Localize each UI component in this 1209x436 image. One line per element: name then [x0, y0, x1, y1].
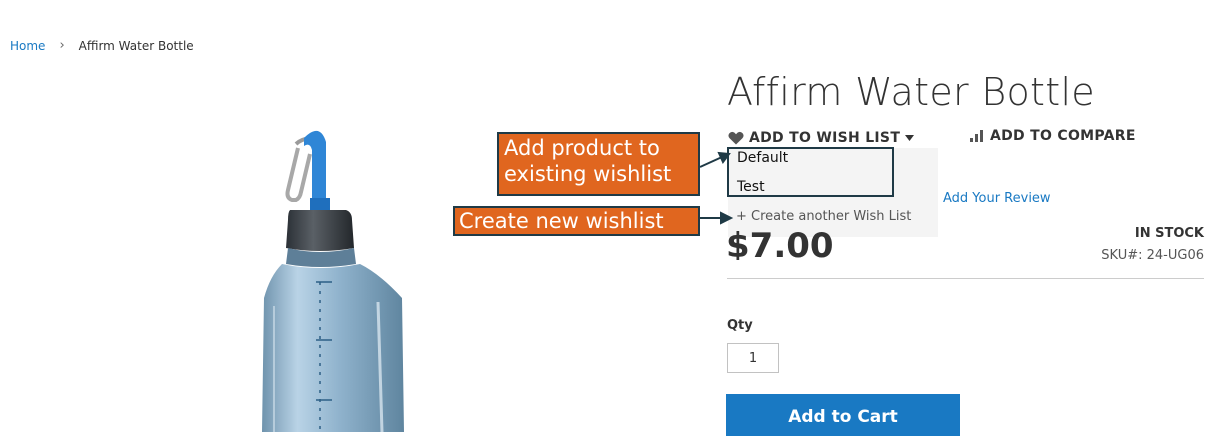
annotation-arrows	[699, 151, 734, 225]
arrow-icon	[699, 151, 734, 225]
